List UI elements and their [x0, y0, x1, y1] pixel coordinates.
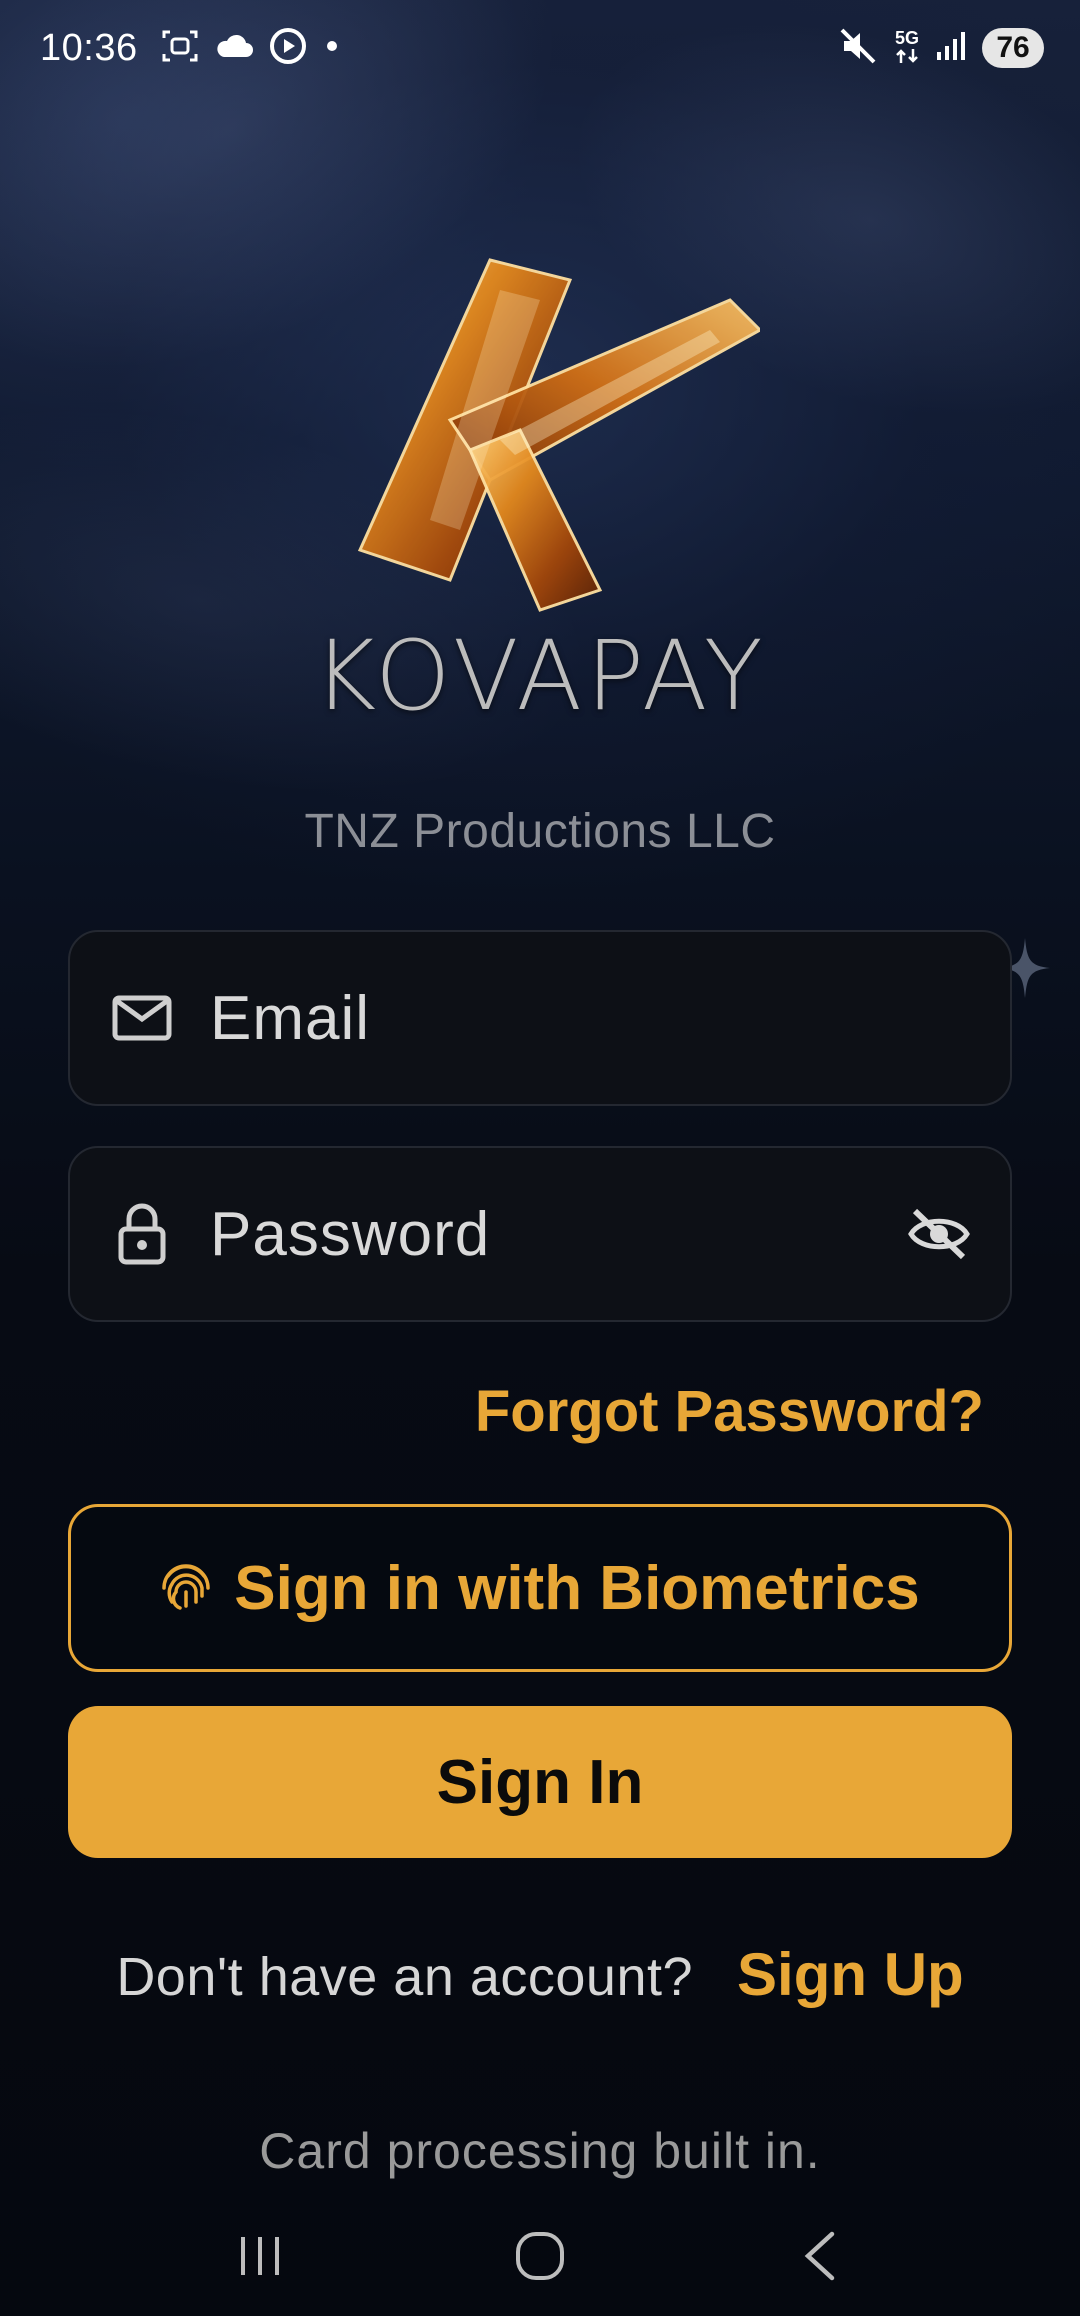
- screenshot-icon: [160, 26, 200, 71]
- sign-in-button[interactable]: Sign In: [68, 1706, 1012, 1858]
- footer-note: Card processing built in.: [259, 2123, 821, 2179]
- play-circle-icon: [268, 26, 308, 71]
- biometrics-button[interactable]: Sign in with Biometrics: [68, 1504, 1012, 1672]
- company-name: TNZ Productions LLC: [304, 805, 776, 858]
- system-nav-bar: [0, 2196, 1080, 2316]
- battery-icon: 76: [982, 28, 1044, 68]
- kovapay-k-logo: [340, 250, 763, 630]
- recent-apps-icon[interactable]: [200, 2211, 320, 2301]
- sign-up-link[interactable]: Sign Up: [737, 1940, 964, 2009]
- mute-icon: [838, 26, 878, 71]
- forgot-password-link[interactable]: Forgot Password?: [475, 1378, 984, 1445]
- eye-off-icon[interactable]: [904, 1204, 974, 1264]
- biometrics-button-label: Sign in with Biometrics: [234, 1553, 920, 1623]
- email-field[interactable]: Email: [68, 930, 1012, 1106]
- lock-icon: [104, 1203, 180, 1265]
- login-screen: 10:36 5G 76 KOVAPAY TNZ Productions LLC …: [0, 0, 1080, 2316]
- no-account-text: Don't have an account?: [116, 1947, 694, 2007]
- email-placeholder: Email: [210, 983, 371, 1053]
- mail-icon: [104, 988, 180, 1048]
- dot-icon: [322, 36, 342, 61]
- network-label: 5G: [894, 27, 919, 48]
- signal-icon: [936, 30, 966, 67]
- back-icon[interactable]: [760, 2211, 880, 2301]
- 5g-icon: 5G: [894, 29, 920, 68]
- password-field[interactable]: Password: [68, 1146, 1012, 1322]
- status-bar: 10:36 5G 76: [0, 0, 1080, 96]
- home-icon[interactable]: [480, 2211, 600, 2301]
- fingerprint-icon: [160, 1558, 212, 1619]
- status-time: 10:36: [40, 26, 138, 69]
- signup-row: Don't have an account? Sign Up: [0, 1940, 1080, 2009]
- brand-name: KOVAPAY: [313, 620, 767, 732]
- sign-in-button-label: Sign In: [436, 1747, 644, 1817]
- password-placeholder: Password: [210, 1199, 491, 1269]
- cloud-icon: [214, 31, 254, 66]
